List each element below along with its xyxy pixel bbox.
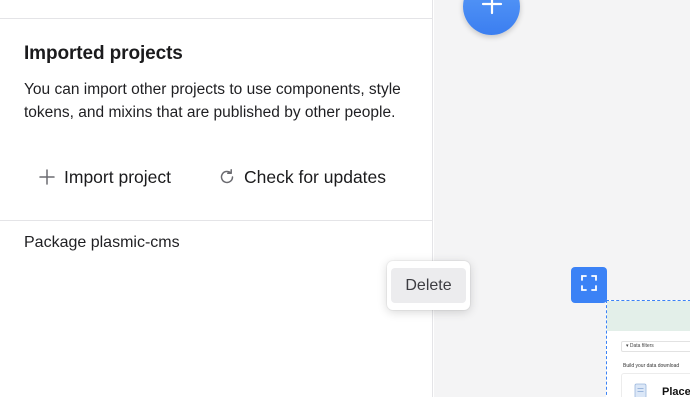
plus-icon [481,0,503,20]
artboard-card-label: Place [662,386,690,397]
filter-icon: ▾ [626,343,629,349]
artboard-header-band [607,301,690,331]
top-divider [0,18,433,19]
check-updates-label: Check for updates [244,166,387,187]
fullscreen-icon [580,274,598,297]
artboard-card: Place [621,373,690,397]
refresh-icon [218,168,236,186]
artboard-filter-label: Data filters [629,343,654,349]
context-menu: Delete [387,261,470,310]
delete-menu-item[interactable]: Delete [391,268,466,303]
project-settings-panel: Imported projects You can import other p… [0,0,433,397]
artboard-preview[interactable]: ▾ Data filters Build your data download … [606,300,690,397]
plus-icon [38,168,56,186]
artboard-subtitle: Build your data download [623,363,680,369]
document-icon [634,383,647,397]
section-divider [0,220,433,221]
check-updates-button[interactable]: Check for updates [218,165,386,189]
import-project-button[interactable]: Import project [38,165,171,189]
artboard-filter-field: ▾ Data filters [621,341,690,352]
focus-artboard-button[interactable] [571,267,607,303]
package-item[interactable]: Package plasmic-cms [24,234,180,252]
section-title: Imported projects [24,43,183,64]
import-project-label: Import project [64,166,171,187]
section-description: You can import other projects to use com… [24,81,401,121]
